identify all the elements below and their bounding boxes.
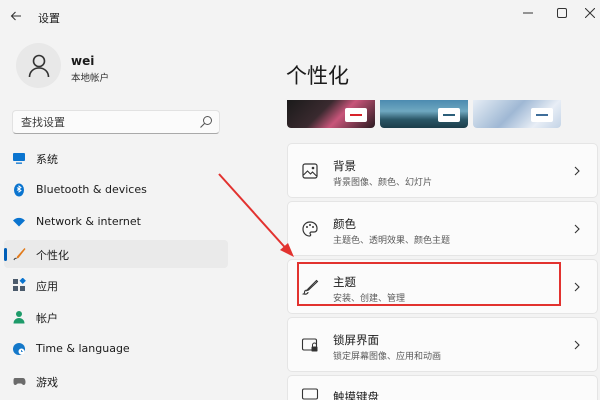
sidebar-item-personalization[interactable]: 个性化 bbox=[4, 240, 228, 268]
back-button[interactable] bbox=[6, 6, 26, 26]
close-button[interactable] bbox=[576, 2, 600, 24]
theme-preview-window bbox=[438, 108, 460, 122]
card-title: 触摸键盘 bbox=[333, 390, 379, 400]
highlight-box bbox=[297, 262, 561, 306]
palette-icon bbox=[302, 220, 318, 237]
theme-dark-bloom[interactable] bbox=[287, 100, 375, 128]
sidebar-item-time-language[interactable]: Time & language bbox=[4, 335, 228, 363]
maximize-icon bbox=[557, 8, 567, 18]
user-name: wei bbox=[71, 54, 95, 68]
card-description: 背景图像、颜色、幻灯片 bbox=[333, 178, 433, 188]
sidebar-item-label: Bluetooth & devices bbox=[36, 183, 147, 196]
globe-clock-icon bbox=[13, 343, 25, 355]
lock-screen-icon bbox=[301, 337, 318, 351]
chevron-right-icon bbox=[574, 340, 580, 349]
sidebar-item-apps[interactable]: 应用 bbox=[4, 271, 228, 299]
card-title: 锁屏界面 bbox=[333, 333, 379, 347]
theme-accent-bar bbox=[536, 114, 548, 116]
sidebar-item-bluetooth[interactable]: Bluetooth & devices bbox=[4, 176, 228, 204]
sidebar-item-label: 应用 bbox=[36, 280, 58, 293]
person-icon bbox=[13, 311, 25, 324]
sidebar-item-label: 游戏 bbox=[36, 376, 58, 389]
sidebar-item-label: Time & language bbox=[36, 342, 130, 355]
image-icon bbox=[302, 162, 318, 179]
search-icon[interactable] bbox=[199, 115, 213, 129]
card-lock-screen[interactable]: 锁屏界面 锁定屏幕图像、应用和动画 bbox=[287, 317, 598, 372]
keyboard-icon bbox=[301, 388, 319, 400]
back-arrow-icon bbox=[10, 11, 21, 21]
chevron-right-icon bbox=[574, 282, 580, 291]
bluetooth-icon bbox=[14, 183, 24, 197]
maximize-button[interactable] bbox=[548, 2, 576, 24]
sidebar-item-label: 系统 bbox=[36, 153, 58, 166]
card-description: 锁定屏幕图像、应用和动画 bbox=[333, 352, 442, 362]
page-title: 个性化 bbox=[286, 64, 349, 88]
person-icon bbox=[28, 54, 49, 77]
account-type: 本地帐户 bbox=[71, 73, 110, 84]
card-touch-keyboard[interactable]: 触摸键盘 bbox=[287, 375, 598, 400]
avatar[interactable] bbox=[16, 43, 61, 88]
sidebar-item-system[interactable]: 系统 bbox=[4, 144, 228, 172]
card-background[interactable]: 背景 背景图像、颜色、幻灯片 bbox=[287, 143, 598, 198]
minimize-button[interactable] bbox=[514, 2, 542, 24]
sidebar-item-label: 个性化 bbox=[36, 249, 69, 262]
brush-icon bbox=[13, 248, 26, 261]
theme-landscape[interactable] bbox=[380, 100, 468, 128]
theme-preview-window bbox=[531, 108, 553, 122]
close-icon bbox=[585, 8, 595, 18]
theme-accent-bar bbox=[443, 114, 455, 116]
card-description: 主题色、透明效果、颜色主题 bbox=[333, 236, 451, 246]
chevron-right-icon bbox=[574, 166, 580, 175]
card-title: 颜色 bbox=[333, 217, 356, 231]
theme-light-bloom[interactable] bbox=[473, 100, 561, 128]
selection-indicator bbox=[4, 248, 7, 261]
app-title: 设置 bbox=[38, 12, 60, 25]
theme-accent-bar bbox=[350, 114, 362, 116]
card-title: 背景 bbox=[333, 159, 356, 173]
card-colors[interactable]: 颜色 主题色、透明效果、颜色主题 bbox=[287, 201, 598, 256]
sidebar-item-network[interactable]: Network & internet bbox=[4, 208, 228, 236]
monitor-icon bbox=[13, 153, 25, 164]
theme-preview-window bbox=[345, 108, 367, 122]
wifi-icon bbox=[13, 217, 25, 227]
sidebar-item-gaming[interactable]: 游戏 bbox=[4, 367, 228, 395]
gamepad-icon bbox=[13, 378, 26, 385]
chevron-right-icon bbox=[574, 224, 580, 233]
minimize-icon bbox=[523, 12, 533, 14]
search-input[interactable] bbox=[13, 111, 193, 133]
sidebar-item-label: Network & internet bbox=[36, 215, 141, 228]
sidebar-item-label: 帐户 bbox=[36, 312, 58, 325]
sidebar-item-accounts[interactable]: 帐户 bbox=[4, 303, 228, 331]
apps-icon bbox=[13, 278, 26, 291]
search-box[interactable] bbox=[12, 110, 220, 134]
